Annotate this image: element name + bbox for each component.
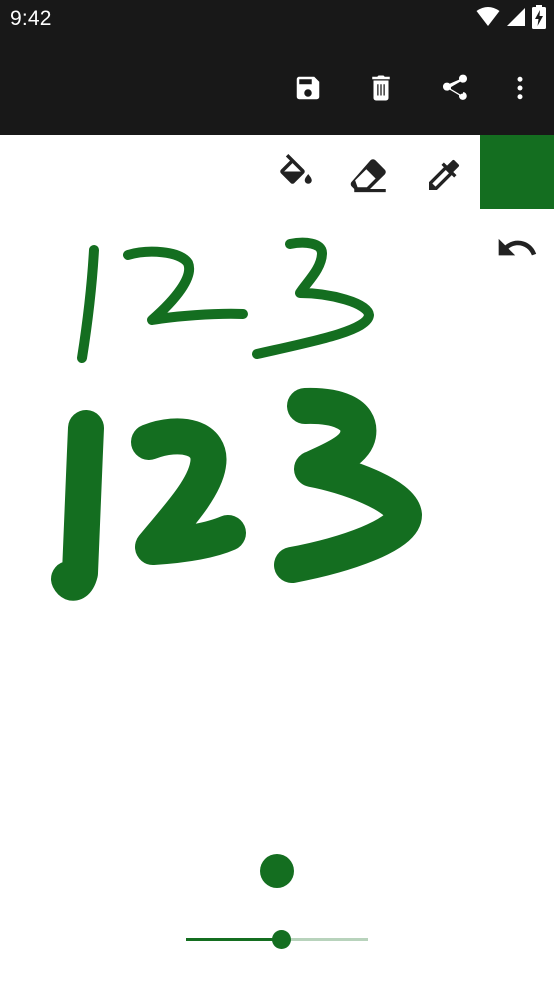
delete-button[interactable] — [357, 64, 405, 112]
eraser-icon — [350, 159, 386, 193]
stroke-thin-1 — [77, 245, 99, 363]
color-picker-button[interactable] — [418, 149, 470, 201]
status-bar: 9:42 — [0, 0, 554, 38]
more-options-button[interactable] — [496, 64, 544, 112]
eraser-button[interactable] — [344, 149, 396, 201]
stroke-thin-3 — [252, 237, 374, 359]
more-vert-icon — [517, 76, 523, 100]
fill-bucket-button[interactable] — [270, 149, 322, 201]
brush-size-preview — [260, 854, 294, 888]
stroke-group — [51, 237, 422, 601]
drawing-canvas[interactable] — [0, 135, 554, 984]
stroke-thin-2 — [123, 246, 248, 325]
slider-thumb[interactable] — [272, 930, 291, 949]
wifi-icon — [476, 6, 500, 33]
delete-icon — [372, 75, 390, 101]
save-button[interactable] — [284, 64, 332, 112]
stroke-thick-2 — [131, 418, 246, 565]
slider-track-inactive — [281, 938, 368, 941]
status-icons — [476, 4, 546, 34]
brush-size-slider[interactable] — [186, 929, 368, 949]
signal-icon — [506, 6, 526, 33]
stroke-thick-3 — [274, 387, 422, 583]
battery-charging-icon — [532, 4, 546, 34]
paint-bucket-icon — [280, 154, 312, 184]
stroke-thick-1 — [51, 410, 104, 601]
slider-track-active — [186, 938, 281, 941]
undo-icon — [498, 238, 537, 256]
status-time: 9:42 — [10, 7, 52, 30]
color-swatch[interactable] — [480, 135, 554, 209]
share-icon — [443, 74, 467, 100]
eyedropper-icon — [429, 159, 460, 190]
save-icon — [296, 76, 320, 100]
share-button[interactable] — [431, 64, 479, 112]
undo-button[interactable] — [492, 225, 542, 271]
app-bar — [0, 38, 554, 135]
